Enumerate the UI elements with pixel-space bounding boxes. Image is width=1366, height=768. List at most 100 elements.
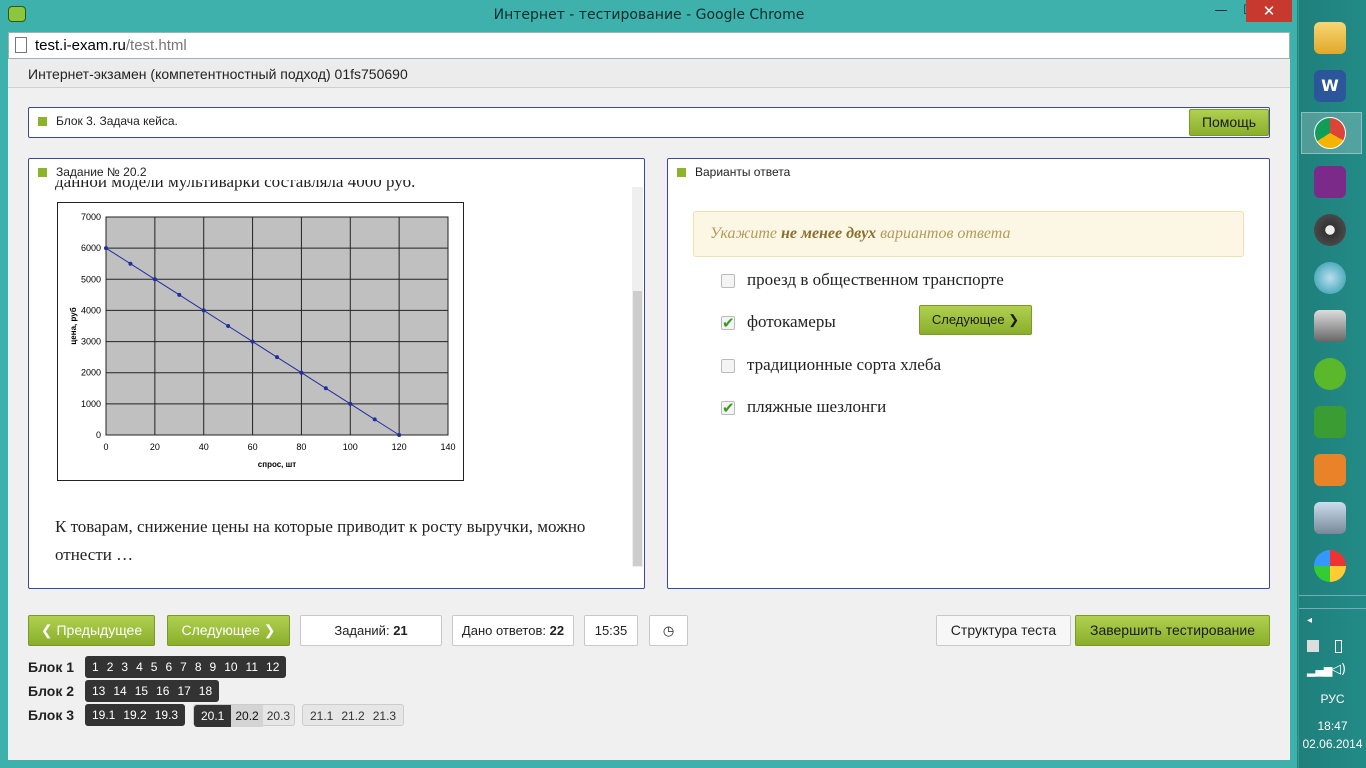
task-link[interactable]: 4: [132, 656, 147, 678]
option-label[interactable]: традиционные сорта хлеба: [747, 355, 941, 375]
page-icon: [15, 37, 27, 53]
utorrent-icon[interactable]: [1314, 358, 1346, 390]
file-explorer-icon[interactable]: [1314, 22, 1346, 54]
option-label[interactable]: пляжные шезлонги: [747, 397, 886, 417]
close-button[interactable]: ✕: [1246, 0, 1292, 22]
itunes-icon[interactable]: [1314, 262, 1346, 294]
task-link[interactable]: 8: [191, 656, 206, 678]
checkbox[interactable]: [721, 274, 735, 288]
task-link[interactable]: 21.1: [306, 705, 337, 727]
task-link[interactable]: 20.1: [194, 705, 232, 727]
data-point: [323, 386, 328, 391]
task-link-current[interactable]: 20.2: [231, 705, 263, 727]
checkbox[interactable]: ✔: [721, 316, 735, 331]
task-link[interactable]: 19.1: [88, 704, 119, 726]
task-link[interactable]: 1: [88, 656, 103, 678]
checkbox[interactable]: [721, 359, 735, 373]
task-link[interactable]: 7: [176, 656, 191, 678]
task-link[interactable]: 15: [131, 680, 152, 702]
previous-button[interactable]: ❮ Предыдущее: [28, 615, 155, 646]
task-link[interactable]: 12: [262, 656, 283, 678]
help-button[interactable]: Помощь: [1189, 109, 1269, 136]
clock-date[interactable]: 02.06.2014: [1299, 737, 1366, 751]
answer-hint: Укажите не менее двух вариантов ответа: [693, 211, 1244, 257]
paint-icon[interactable]: [1314, 550, 1346, 582]
task-link[interactable]: 21.3: [369, 705, 400, 727]
data-point: [152, 277, 157, 282]
tasks-count-box: Заданий: 21: [300, 615, 442, 646]
x-axis-label: спрос, шт: [258, 460, 297, 469]
checkbox[interactable]: ✔: [721, 401, 735, 416]
block-marker-icon: [38, 117, 47, 126]
y-tick-label: 0: [96, 430, 101, 440]
volume-icon[interactable]: ◁): [1331, 662, 1346, 677]
x-tick-label: 0: [103, 442, 108, 452]
task-panel: Задание № 20.2 данной модели мультиварки…: [28, 158, 645, 589]
task-link[interactable]: 19.3: [151, 704, 182, 726]
address-bar[interactable]: test.i-exam.ru/test.html: [8, 32, 1290, 59]
answers-title: Варианты ответа: [695, 165, 791, 179]
hint-bold: не менее двух: [781, 225, 877, 242]
chrome-window: Интернет - тестирование - Google Chrome …: [0, 0, 1298, 768]
option-label[interactable]: фотокамеры: [747, 312, 836, 332]
task-link[interactable]: 18: [195, 680, 216, 702]
navigation-bar: ❮ Предыдущее Следующее ❯ Заданий: 21 Дан…: [8, 615, 1290, 647]
next-inline-button[interactable]: Следующее ❯: [919, 305, 1032, 335]
block-title: Блок 3. Задача кейса.: [56, 114, 178, 128]
block-title-bar: Блок 3. Задача кейса. Помощь: [28, 107, 1270, 138]
tray-arrow-icon[interactable]: ◂: [1307, 615, 1312, 626]
task-link[interactable]: 17: [173, 680, 194, 702]
task-link[interactable]: 13: [88, 680, 109, 702]
task-link[interactable]: 19.2: [119, 704, 150, 726]
task-link[interactable]: 10: [220, 656, 241, 678]
app-c-icon[interactable]: [1314, 166, 1346, 198]
media-player-icon[interactable]: [1314, 454, 1346, 486]
network-tool-icon[interactable]: [1314, 502, 1346, 534]
task-top-text: данной модели мультиварки составляла 400…: [55, 180, 416, 191]
minimize-button[interactable]: —: [1206, 0, 1236, 22]
next-inline-label: Следующее: [931, 312, 1005, 327]
next-button[interactable]: Следующее ❯: [167, 615, 290, 646]
data-point: [348, 401, 353, 406]
answer-option[interactable]: ✔ пляжные шезлонги: [721, 397, 1241, 419]
task-link[interactable]: 3: [117, 656, 132, 678]
answers-marker-icon: [677, 168, 686, 177]
task-link[interactable]: 9: [206, 656, 221, 678]
device-icon[interactable]: [1314, 310, 1346, 342]
exam-title: Интернет-экзамен (компетентностный подхо…: [8, 59, 1290, 88]
answer-option[interactable]: традиционные сорта хлеба: [721, 355, 1241, 377]
finish-test-button[interactable]: Завершить тестирование: [1075, 615, 1270, 646]
language-indicator[interactable]: РУС: [1299, 692, 1366, 706]
task-link[interactable]: 16: [152, 680, 173, 702]
action-center-icon[interactable]: [1307, 640, 1319, 652]
task-link[interactable]: 5: [147, 656, 162, 678]
task-link[interactable]: 20.3: [263, 705, 294, 727]
chrome-icon[interactable]: [1314, 117, 1346, 149]
x-tick-label: 100: [343, 442, 358, 452]
task-title: Задание № 20.2: [56, 165, 147, 179]
hint-post: вариантов ответа: [876, 225, 1011, 242]
clock-time[interactable]: 18:47: [1299, 719, 1366, 733]
y-tick-label: 4000: [81, 305, 101, 315]
scrollbar-thumb[interactable]: [633, 291, 642, 566]
security-shield-icon[interactable]: [1314, 406, 1346, 438]
clock-icon[interactable]: ◷: [649, 615, 688, 646]
task-scrollbar[interactable]: [632, 187, 643, 567]
answer-option[interactable]: проезд в общественном транспорте: [721, 270, 1241, 292]
signal-icon[interactable]: ▂▄▆: [1307, 664, 1332, 677]
taskbar-scroll[interactable]: [1299, 595, 1366, 609]
y-tick-label: 2000: [81, 368, 101, 378]
task-link[interactable]: 2: [103, 656, 118, 678]
media-disc-icon[interactable]: [1314, 214, 1346, 246]
url-text[interactable]: test.i-exam.ru/test.html: [35, 37, 187, 54]
next-label: Следующее: [181, 622, 260, 638]
task-link[interactable]: 6: [161, 656, 176, 678]
task-link[interactable]: 14: [109, 680, 130, 702]
battery-icon[interactable]: [1335, 640, 1342, 653]
task-link[interactable]: 11: [242, 656, 262, 678]
task-link[interactable]: 21.2: [337, 705, 368, 727]
test-structure-button[interactable]: Структура теста: [936, 615, 1071, 646]
answer-option[interactable]: ✔ фотокамеры Следующее ❯: [721, 305, 1241, 335]
word-icon[interactable]: W: [1314, 70, 1346, 102]
option-label[interactable]: проезд в общественном транспорте: [747, 270, 1004, 290]
